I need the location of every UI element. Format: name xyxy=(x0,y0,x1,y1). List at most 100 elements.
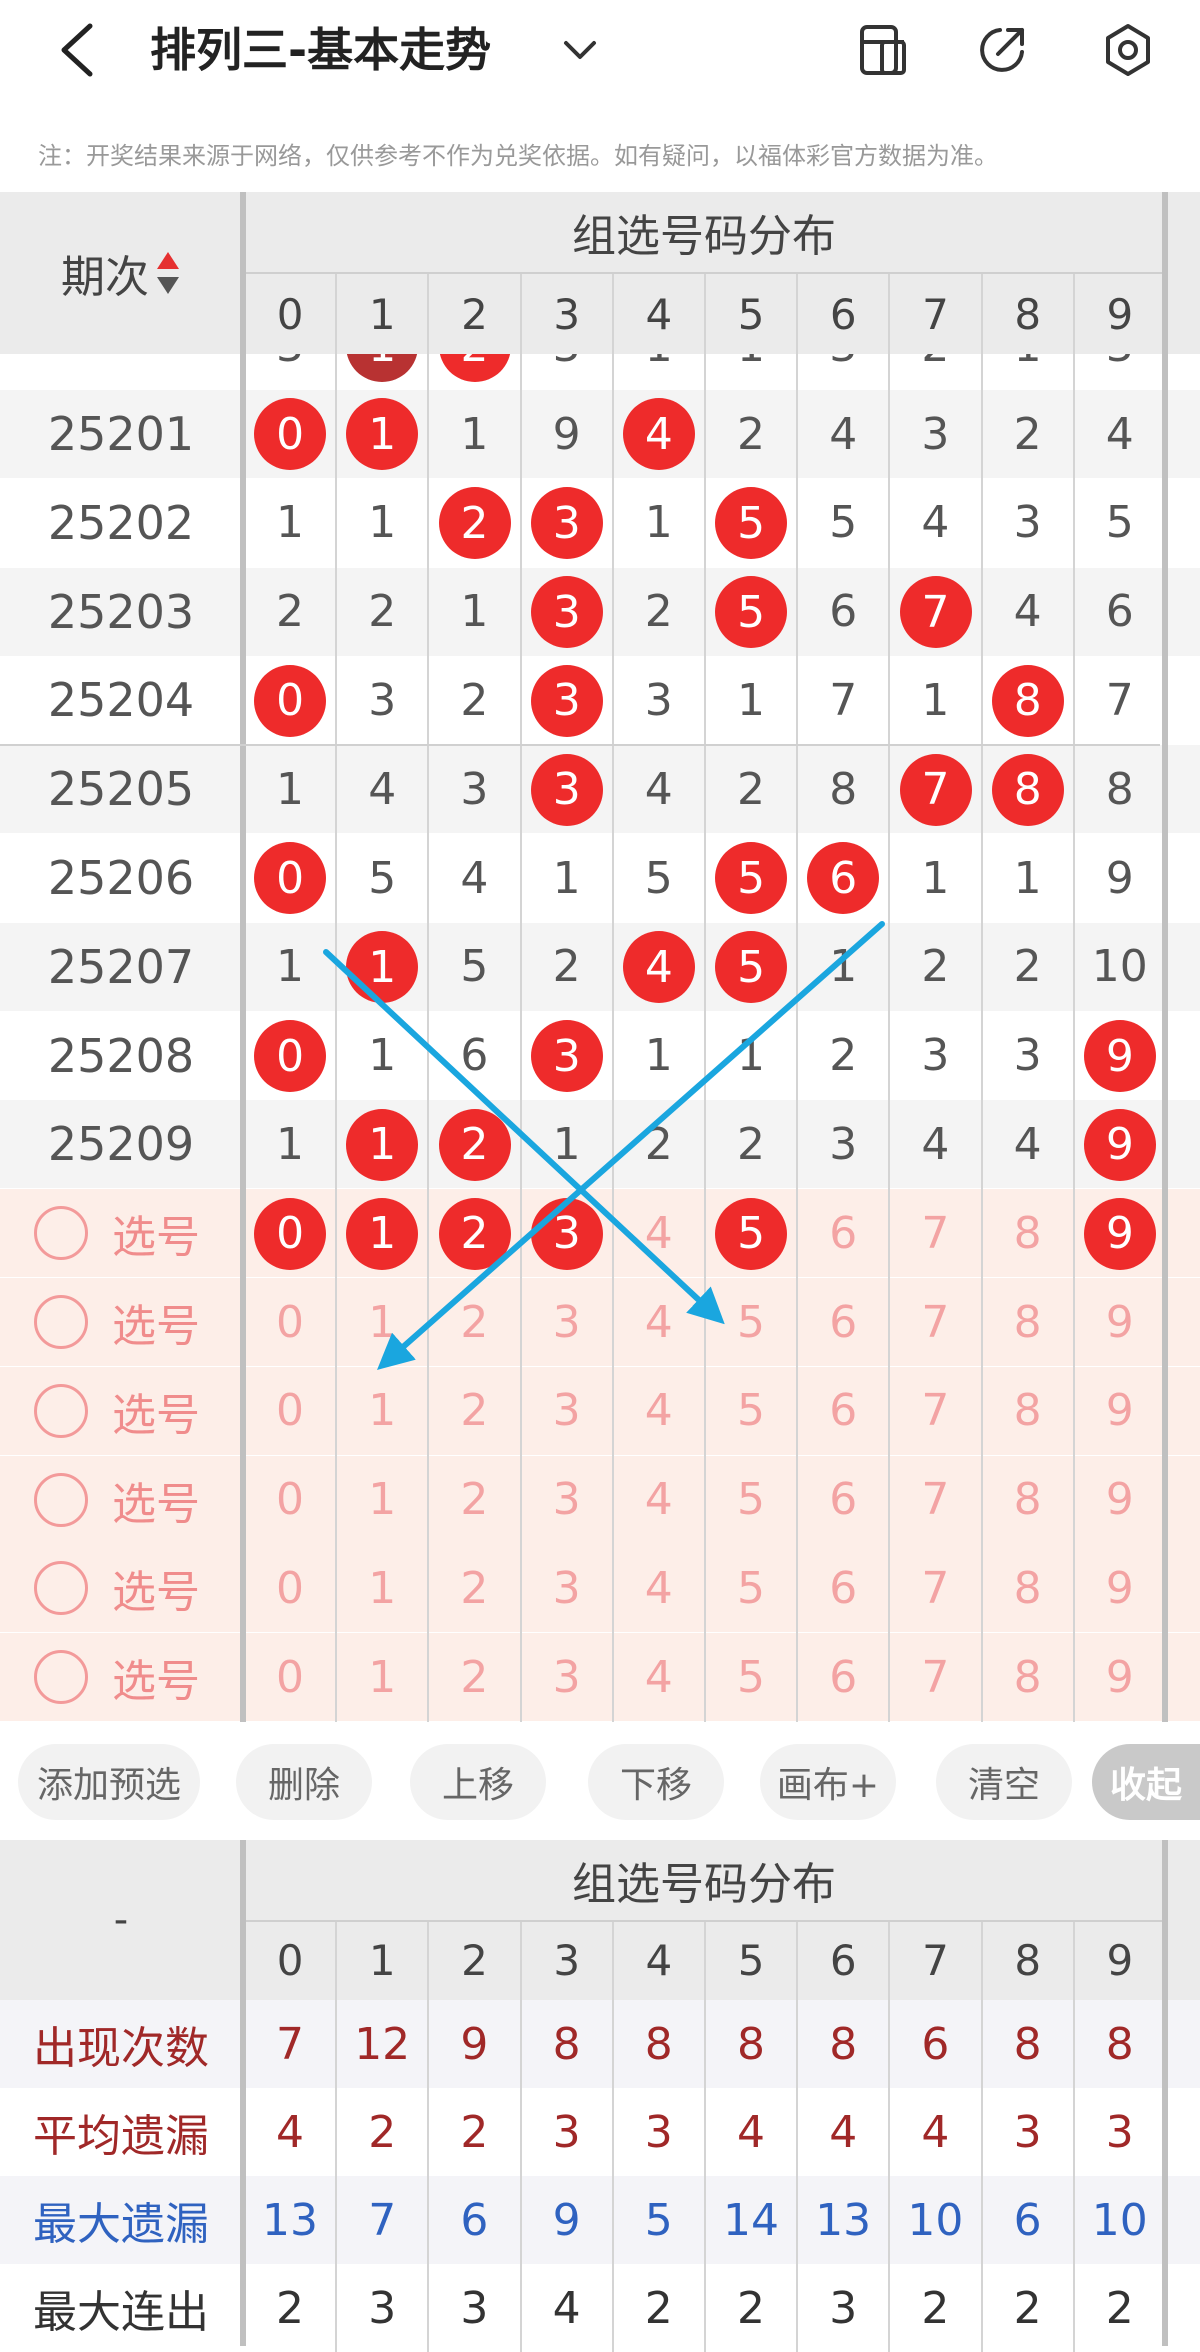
selectable-digit[interactable]: 2 xyxy=(428,1456,520,1544)
settings-gear-icon[interactable] xyxy=(1100,22,1156,78)
clear-button[interactable]: 清空 xyxy=(936,1744,1072,1820)
period-number: 25206 xyxy=(47,851,195,905)
omission-value: 9 xyxy=(552,408,581,460)
digit-header-4: 4 xyxy=(645,289,673,339)
hit-ball[interactable]: 2 xyxy=(438,1197,511,1270)
selection-radio[interactable] xyxy=(34,1383,88,1438)
selectable-digit[interactable]: 8 xyxy=(982,1544,1074,1632)
selectable-digit[interactable]: 3 xyxy=(521,1278,613,1366)
selectable-digit[interactable]: 4 xyxy=(613,1456,705,1544)
selection-radio[interactable] xyxy=(34,1561,88,1616)
selectable-digit[interactable]: 7 xyxy=(889,1278,981,1366)
selectable-digit[interactable]: 1 xyxy=(336,1278,428,1366)
chevron-down-icon[interactable] xyxy=(560,30,600,70)
hit-ball[interactable]: 0 xyxy=(254,1197,327,1270)
selectable-digit[interactable]: 9 xyxy=(1074,1456,1166,1544)
omission-value: 1 xyxy=(276,941,304,993)
selectable-digit[interactable]: 6 xyxy=(797,1544,889,1632)
omission-value: 6 xyxy=(829,586,858,638)
selectable-digit[interactable]: 8 xyxy=(982,1367,1074,1455)
digit-header-9: 9 xyxy=(1106,1935,1134,1985)
hit-ball[interactable]: 3 xyxy=(530,1197,603,1270)
selectable-digit[interactable]: 4 xyxy=(613,1367,705,1455)
selectable-digit[interactable]: 3 xyxy=(521,1367,613,1455)
selectable-digit[interactable]: 0 xyxy=(244,1367,336,1455)
selectable-digit[interactable]: 9 xyxy=(1074,1544,1166,1632)
phone-layout-icon[interactable] xyxy=(856,22,912,78)
period-number: 25204 xyxy=(47,673,195,728)
selectable-digit[interactable]: 6 xyxy=(797,1456,889,1544)
selectable-digit[interactable]: 2 xyxy=(428,1633,520,1721)
selectable-digit[interactable]: 8 xyxy=(982,1633,1074,1721)
delete-button[interactable]: 删除 xyxy=(236,1744,372,1820)
selectable-digit[interactable]: 1 xyxy=(336,1367,428,1455)
selectable-digit[interactable]: 7 xyxy=(889,1633,981,1721)
selectable-digit[interactable]: 2 xyxy=(428,1544,520,1632)
move-up-button[interactable]: 上移 xyxy=(410,1744,546,1820)
add-preselect-button[interactable]: 添加预选 xyxy=(18,1744,200,1820)
selectable-digit[interactable]: 2 xyxy=(428,1278,520,1366)
column-divider xyxy=(704,2088,706,2176)
canvas-plus-button[interactable]: 画布+ xyxy=(760,1744,896,1820)
selectable-digit[interactable]: 5 xyxy=(705,1544,797,1632)
selectable-digit[interactable]: 5 xyxy=(705,1278,797,1366)
selectable-digit[interactable]: 6 xyxy=(797,1633,889,1721)
selectable-digit[interactable]: 4 xyxy=(613,1189,705,1277)
share-icon[interactable] xyxy=(974,22,1030,78)
selectable-digit[interactable]: 0 xyxy=(244,1456,336,1544)
selectable-digit[interactable]: 5 xyxy=(705,1367,797,1455)
selectable-digit[interactable]: 4 xyxy=(613,1544,705,1632)
selectable-digit[interactable]: 5 xyxy=(705,1633,797,1721)
selectable-digit[interactable]: 3 xyxy=(521,1633,613,1721)
selectable-digit[interactable]: 2 xyxy=(428,1367,520,1455)
hit-ball[interactable]: 5 xyxy=(715,1197,788,1270)
selectable-digit[interactable]: 1 xyxy=(336,1633,428,1721)
selectable-digit[interactable]: 8 xyxy=(982,1189,1074,1277)
selectable-digit[interactable]: 1 xyxy=(336,1544,428,1632)
selectable-digit[interactable]: 8 xyxy=(982,1456,1074,1544)
selectable-digit[interactable]: 7 xyxy=(889,1367,981,1455)
selectable-digit[interactable]: 0 xyxy=(244,1278,336,1366)
selectable-digit[interactable]: 3 xyxy=(521,1544,613,1632)
period-number: 25201 xyxy=(47,407,195,461)
selection-label: 选号 xyxy=(112,1301,200,1352)
omission-value: 2 xyxy=(737,763,765,815)
selection-radio[interactable] xyxy=(34,1650,88,1705)
column-divider xyxy=(427,1920,430,2000)
selectable-digit[interactable]: 9 xyxy=(1074,1633,1166,1721)
period-sort-header[interactable]: 期次 xyxy=(0,192,242,354)
column-divider xyxy=(335,2000,338,2088)
selectable-digit[interactable]: 9 xyxy=(1074,1278,1166,1366)
column-divider xyxy=(704,2264,706,2352)
selectable-digit[interactable]: 4 xyxy=(613,1278,705,1366)
statistics-value: 3 xyxy=(368,2282,397,2334)
selectable-digit[interactable]: 1 xyxy=(336,1456,428,1544)
selectable-digit[interactable]: 0 xyxy=(244,1633,336,1721)
selectable-digit[interactable]: 6 xyxy=(797,1367,889,1455)
move-down-button[interactable]: 下移 xyxy=(588,1744,724,1820)
selectable-digit[interactable]: 6 xyxy=(797,1189,889,1277)
collapse-button[interactable]: 收起 xyxy=(1092,1744,1200,1820)
hit-ball[interactable]: 9 xyxy=(1083,1197,1156,1270)
selectable-digit[interactable]: 0 xyxy=(244,1544,336,1632)
selectable-digit[interactable]: 4 xyxy=(613,1633,705,1721)
right-table-border xyxy=(1162,354,1168,1722)
selection-radio[interactable] xyxy=(34,1295,88,1349)
selectable-digit[interactable]: 5 xyxy=(705,1456,797,1544)
selectable-digit[interactable]: 7 xyxy=(889,1544,981,1632)
selection-radio[interactable] xyxy=(34,1206,88,1261)
back-arrow-icon[interactable] xyxy=(52,22,102,78)
digit-header-4: 4 xyxy=(645,1935,673,1985)
selectable-digit[interactable]: 6 xyxy=(797,1278,889,1366)
selectable-digit[interactable]: 7 xyxy=(889,1189,981,1277)
hit-ball: 9 xyxy=(1083,1108,1156,1181)
selectable-digit[interactable]: 8 xyxy=(982,1278,1074,1366)
hit-ball[interactable]: 1 xyxy=(346,1197,419,1270)
period-number: 25207 xyxy=(47,939,195,994)
page-title[interactable]: 排列三-基本走势 xyxy=(150,20,491,80)
digit-header-2: 2 xyxy=(461,289,488,339)
selectable-digit[interactable]: 9 xyxy=(1074,1367,1166,1455)
selection-radio[interactable] xyxy=(34,1472,88,1527)
selectable-digit[interactable]: 3 xyxy=(521,1456,613,1544)
selectable-digit[interactable]: 7 xyxy=(889,1456,981,1544)
